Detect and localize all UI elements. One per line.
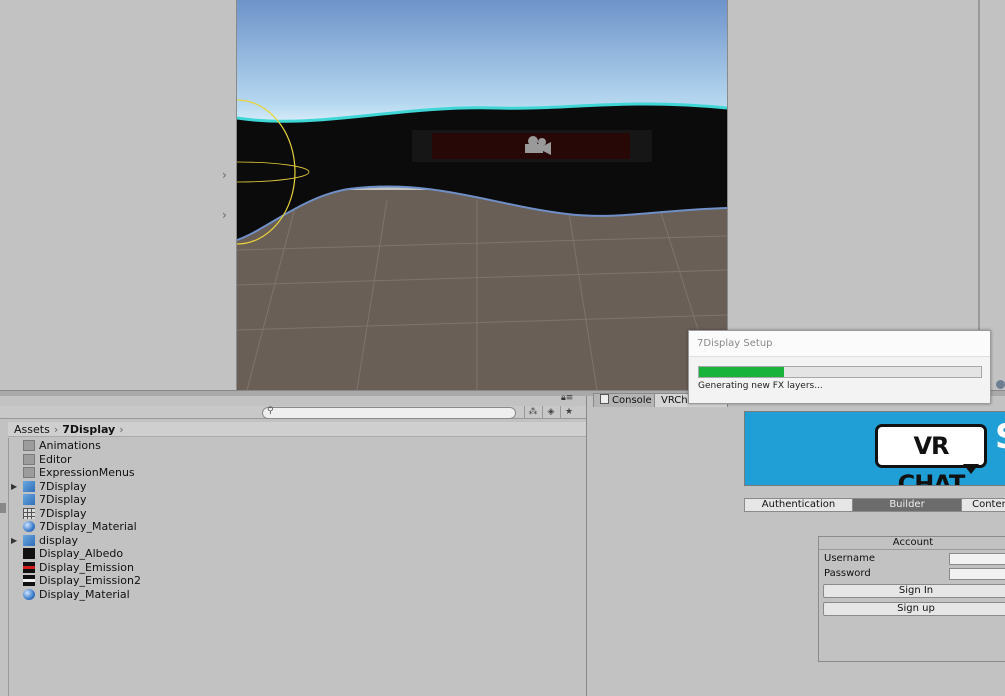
grid-asset-icon xyxy=(23,507,35,519)
breadcrumb: Assets › 7Display › xyxy=(8,422,586,437)
dialog-title: 7Display Setup xyxy=(697,338,773,349)
favorite-star-icon[interactable]: ★ xyxy=(560,406,577,418)
breadcrumb-assets[interactable]: Assets xyxy=(14,423,50,436)
progress-dialog: 7Display Setup Generating new FX layers.… xyxy=(688,330,991,404)
console-icon xyxy=(600,394,609,404)
chevron-right-icon: › xyxy=(53,423,59,436)
material-icon xyxy=(23,521,35,532)
asset-name: Display_Emission xyxy=(39,560,134,574)
tab-console-label: Console xyxy=(612,395,652,406)
search-icon: ⚲ xyxy=(267,406,274,416)
progress-fill xyxy=(699,367,784,377)
asset-name: 7Display_Material xyxy=(39,520,137,533)
progress-bar xyxy=(698,366,982,378)
sign-up-button[interactable]: Sign up xyxy=(823,602,1005,616)
expand-arrow-icon[interactable]: › xyxy=(222,168,227,182)
panel-edge-marker xyxy=(0,503,6,513)
asset-name: display xyxy=(39,533,79,547)
tab-builder[interactable]: Builder xyxy=(852,498,962,512)
asset-row[interactable]: 7Display xyxy=(9,507,569,520)
vrchat-banner: VR CHAT S xyxy=(744,411,1005,486)
asset-row[interactable]: Editor xyxy=(9,453,569,466)
model-prefab-icon xyxy=(23,534,35,546)
expand-arrow-icon[interactable]: › xyxy=(222,208,227,222)
username-field[interactable] xyxy=(949,553,1005,565)
filter-label-icon[interactable]: ◈ xyxy=(542,406,559,418)
folder-icon xyxy=(23,440,35,451)
asset-row[interactable]: 7Display xyxy=(9,493,569,506)
hierarchy-panel: › › xyxy=(0,0,236,390)
asset-name: Display_Emission2 xyxy=(39,574,141,587)
project-window: ⚲ ⁂ ◈ ★ Assets › 7Display › Animations Edito… xyxy=(0,396,586,696)
breadcrumb-current[interactable]: 7Display xyxy=(62,423,115,436)
password-label: Password xyxy=(824,568,871,579)
asset-row[interactable]: ExpressionMenus xyxy=(9,466,569,479)
chevron-right-icon: › xyxy=(119,423,124,436)
foldout-arrow-icon[interactable]: ▶ xyxy=(11,480,17,493)
password-field[interactable] xyxy=(949,568,1005,580)
search-input[interactable]: ⚲ xyxy=(262,406,516,419)
asset-row[interactable]: Display_Emission xyxy=(9,561,569,574)
progress-info: Generating new FX layers... xyxy=(698,381,823,391)
asset-name: Editor xyxy=(39,452,72,466)
scene-view[interactable] xyxy=(236,0,728,390)
asset-row[interactable]: 7Display_Material xyxy=(9,520,569,533)
asset-name: 7Display xyxy=(39,506,87,520)
vrchat-logo: VR CHAT xyxy=(875,424,987,485)
asset-row[interactable]: Display_Material xyxy=(9,588,569,601)
sdk-mode-tabs: AuthenticationBuilderContent xyxy=(744,498,1005,512)
panel-divider[interactable] xyxy=(978,0,980,330)
vrchat-sdk-panel: 🔒︎≡ Console VRChat SDK VR CHAT S Authent… xyxy=(561,393,1005,696)
account-header: Account xyxy=(819,537,1005,550)
tab-authentication[interactable]: Authentication xyxy=(744,498,853,512)
asset-name: Display_Albedo xyxy=(39,547,124,560)
banner-text: S xyxy=(995,417,1005,457)
asset-row[interactable]: Display_Emission2 xyxy=(9,574,569,587)
asset-name: ExpressionMenus xyxy=(39,466,135,479)
tab-console[interactable]: Console xyxy=(593,393,659,407)
asset-row[interactable]: ▶ 7Display xyxy=(9,480,569,493)
slider-knob-icon[interactable] xyxy=(996,380,1005,389)
asset-name: Animations xyxy=(39,439,101,452)
asset-name: Display_Material xyxy=(39,587,130,601)
foldout-arrow-icon[interactable]: ▶ xyxy=(11,534,17,547)
asset-row[interactable]: Display_Albedo xyxy=(9,547,569,560)
texture-black-icon xyxy=(23,548,35,559)
material-icon xyxy=(23,588,35,600)
asset-name: 7Display xyxy=(39,493,87,506)
asset-list: Animations Editor ExpressionMenus ▶ 7Display… xyxy=(8,438,585,696)
texture-red-icon xyxy=(23,561,35,573)
asset-name: 7Display xyxy=(39,479,87,493)
username-label: Username xyxy=(824,553,875,564)
prefab-icon xyxy=(23,480,35,492)
scene-render xyxy=(237,0,727,390)
logo-tail xyxy=(963,464,979,474)
asset-row[interactable]: ▶ display xyxy=(9,534,569,547)
account-box: Account Username Password Sign In Sign u… xyxy=(818,536,1005,662)
project-toolbar: ⚲ ⁂ ◈ ★ xyxy=(0,406,586,419)
prefab-icon xyxy=(23,494,35,505)
sign-in-button[interactable]: Sign In xyxy=(823,584,1005,598)
texture-white-icon xyxy=(23,575,35,586)
tab-content[interactable]: Content xyxy=(961,498,1005,512)
folder-icon xyxy=(23,467,35,478)
lock-icon[interactable]: 🔒︎≡ xyxy=(561,393,573,403)
asset-row[interactable]: Animations xyxy=(9,439,569,452)
filter-type-icon[interactable]: ⁂ xyxy=(524,406,541,418)
folder-icon xyxy=(23,453,35,465)
